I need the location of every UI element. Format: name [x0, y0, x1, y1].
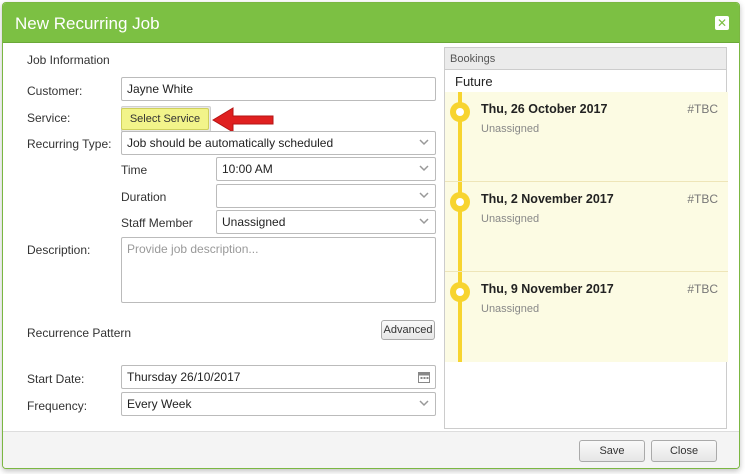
customer-input[interactable]: Jayne White [121, 77, 436, 101]
recurring-type-value: Job should be automatically scheduled [127, 136, 334, 150]
description-label: Description: [27, 243, 91, 257]
service-label: Service: [27, 111, 71, 125]
time-select[interactable]: 10:00 AM [216, 157, 436, 181]
job-information-heading: Job Information [27, 53, 110, 67]
close-icon[interactable]: ✕ [715, 16, 729, 30]
booking-tag: #TBC [687, 282, 718, 296]
booking-item[interactable]: Thu, 26 October 2017 #TBC Unassigned [445, 92, 728, 182]
staff-member-label: Staff Member [121, 216, 193, 230]
booking-staff: Unassigned [481, 123, 540, 135]
booking-item[interactable]: Thu, 2 November 2017 #TBC Unassigned [445, 182, 728, 272]
close-button[interactable]: Close [651, 440, 717, 462]
booking-date: Thu, 9 November 2017 [481, 282, 614, 296]
customer-label: Customer: [27, 84, 83, 98]
recurring-type-label: Recurring Type: [27, 137, 112, 151]
dialog-title-bar: New Recurring Job ✕ [3, 3, 739, 43]
booking-staff: Unassigned [481, 213, 540, 225]
recurring-type-select[interactable]: Job should be automatically scheduled [121, 131, 436, 155]
bookings-panel: Bookings Future Thu, 26 October 2017 #TB… [444, 47, 728, 429]
booking-tag: #TBC [687, 192, 718, 206]
chevron-down-icon [419, 218, 429, 225]
duration-select[interactable] [216, 184, 436, 208]
staff-member-select[interactable]: Unassigned [216, 210, 436, 234]
duration-label: Duration [121, 190, 167, 204]
calendar-icon[interactable] [418, 371, 430, 383]
booking-date: Thu, 2 November 2017 [481, 192, 614, 206]
start-date-label: Start Date: [27, 372, 85, 386]
time-label: Time [121, 163, 148, 177]
bookings-timeline: Thu, 26 October 2017 #TBC Unassigned Thu… [445, 92, 728, 362]
save-button[interactable]: Save [579, 440, 645, 462]
select-service-button[interactable]: Select Service [121, 108, 209, 130]
advanced-button[interactable]: Advanced [381, 320, 435, 340]
dialog-title: New Recurring Job [15, 14, 160, 33]
description-textarea[interactable]: Provide job description... [121, 237, 436, 303]
chevron-down-icon [419, 139, 429, 146]
dialog-footer: Save Close [3, 431, 739, 468]
bookings-header: Bookings [445, 48, 726, 70]
booking-date: Thu, 26 October 2017 [481, 102, 608, 116]
chevron-down-icon [419, 400, 429, 407]
booking-item[interactable]: Thu, 9 November 2017 #TBC Unassigned [445, 272, 728, 362]
booking-tag: #TBC [687, 102, 718, 116]
future-group-label: Future [455, 74, 493, 89]
new-recurring-job-dialog: New Recurring Job ✕ Job Information Cust… [2, 2, 740, 469]
timeline-dot-icon [450, 102, 470, 122]
timeline-dot-icon [450, 282, 470, 302]
chevron-down-icon [419, 192, 429, 199]
start-date-input[interactable]: Thursday 26/10/2017 [121, 365, 436, 389]
timeline-dot-icon [450, 192, 470, 212]
recurrence-pattern-heading: Recurrence Pattern [27, 326, 132, 340]
frequency-label: Frequency: [27, 399, 88, 413]
frequency-value: Every Week [127, 397, 192, 411]
frequency-select[interactable]: Every Week [121, 392, 436, 416]
staff-member-value: Unassigned [222, 215, 286, 229]
job-form: Job Information Customer: Jayne White Se… [15, 47, 436, 427]
booking-staff: Unassigned [481, 303, 540, 315]
time-value: 10:00 AM [222, 162, 273, 176]
chevron-down-icon [419, 165, 429, 172]
start-date-value: Thursday 26/10/2017 [127, 370, 241, 384]
